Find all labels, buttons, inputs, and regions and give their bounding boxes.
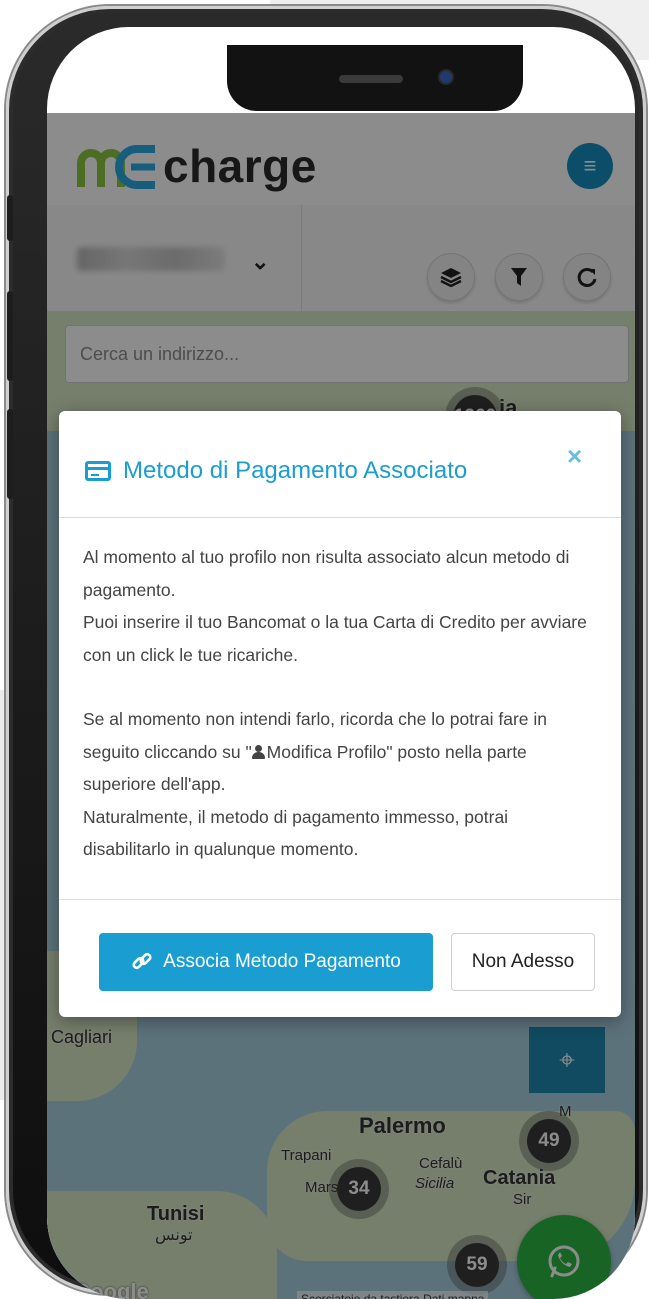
phone-screen: charge ≡ ⌄ Cerca un indirizzo... ia Cagl…: [47, 27, 635, 1299]
user-icon: [251, 744, 265, 759]
link-icon: [132, 952, 152, 970]
not-now-button[interactable]: Non Adesso: [451, 933, 595, 991]
mute-switch: [7, 195, 13, 241]
edit-profile-reference: Modifica Profilo: [266, 741, 387, 762]
volume-down-button: [7, 409, 13, 499]
payment-method-modal: Metodo di Pagamento Associato × Al momen…: [59, 411, 621, 1017]
associate-payment-label: Associa Metodo Pagamento: [163, 951, 401, 972]
modal-paragraph: Se al momento non intendi farlo, ricorda…: [83, 709, 548, 794]
speaker: [339, 75, 403, 83]
volume-up-button: [7, 291, 13, 381]
front-camera: [440, 71, 452, 83]
modal-body: Al momento al tuo profilo non risulta as…: [83, 541, 597, 866]
modal-paragraph: Al momento al tuo profilo non risulta as…: [83, 547, 570, 600]
associate-payment-button[interactable]: Associa Metodo Pagamento: [99, 933, 433, 991]
modal-paragraph: Naturalmente, il metodo di pagamento imm…: [83, 806, 509, 860]
modal-title-row: Metodo di Pagamento Associato: [85, 457, 467, 485]
notch: [227, 45, 523, 111]
credit-card-icon: [85, 461, 111, 481]
modal-paragraph: Puoi inserire il tuo Bancomat o la tua C…: [83, 612, 587, 665]
phone-frame: charge ≡ ⌄ Cerca un indirizzo... ia Cagl…: [6, 6, 646, 1299]
modal-title: Metodo di Pagamento Associato: [123, 457, 468, 484]
close-icon[interactable]: ×: [567, 441, 582, 472]
